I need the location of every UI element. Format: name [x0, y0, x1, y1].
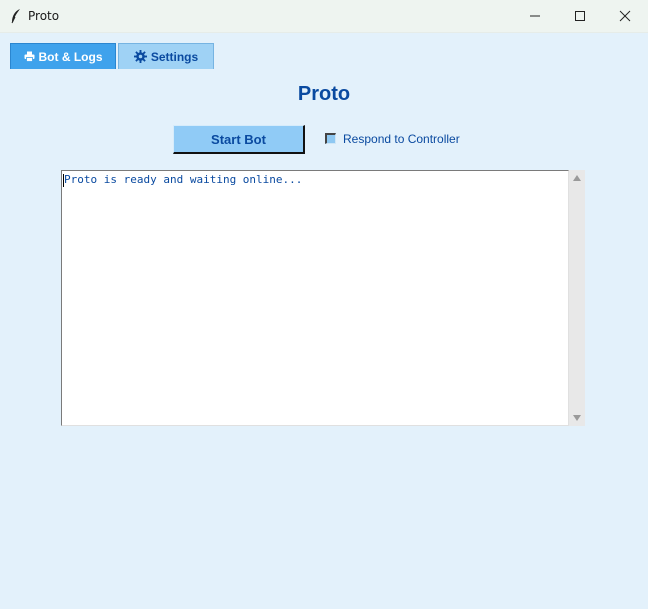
tab-label: Bot & Logs — [38, 49, 103, 64]
minimize-button[interactable] — [512, 0, 558, 32]
scroll-down-arrow-icon[interactable] — [573, 415, 581, 421]
log-textarea[interactable]: Proto is ready and waiting online... — [61, 170, 569, 426]
log-scrollbar[interactable] — [569, 170, 585, 426]
tab-label: Settings — [150, 49, 199, 64]
close-button[interactable] — [602, 0, 648, 32]
start-bot-button[interactable]: Start Bot — [173, 125, 305, 154]
log-line: Proto is ready and waiting online... — [64, 173, 303, 186]
close-icon — [619, 10, 631, 22]
respond-to-controller-label[interactable]: Respond to Controller — [343, 132, 460, 146]
feather-icon — [11, 9, 20, 24]
minimize-icon — [530, 15, 540, 17]
respond-to-controller-checkbox[interactable] — [325, 133, 336, 144]
printer-icon — [24, 51, 34, 62]
page-title: Proto — [297, 83, 351, 105]
tab-bot-and-logs[interactable]: Bot & Logs — [10, 43, 116, 69]
tab-settings[interactable]: Settings — [118, 43, 214, 69]
app-window: Proto Bot & Logs Settings Proto Start Bo… — [0, 0, 648, 609]
maximize-button[interactable] — [557, 0, 603, 32]
scroll-up-arrow-icon[interactable] — [573, 175, 581, 181]
window-title: Proto — [28, 9, 60, 23]
gear-icon — [133, 50, 147, 63]
maximize-icon — [575, 11, 585, 21]
title-bar[interactable]: Proto — [0, 0, 648, 33]
